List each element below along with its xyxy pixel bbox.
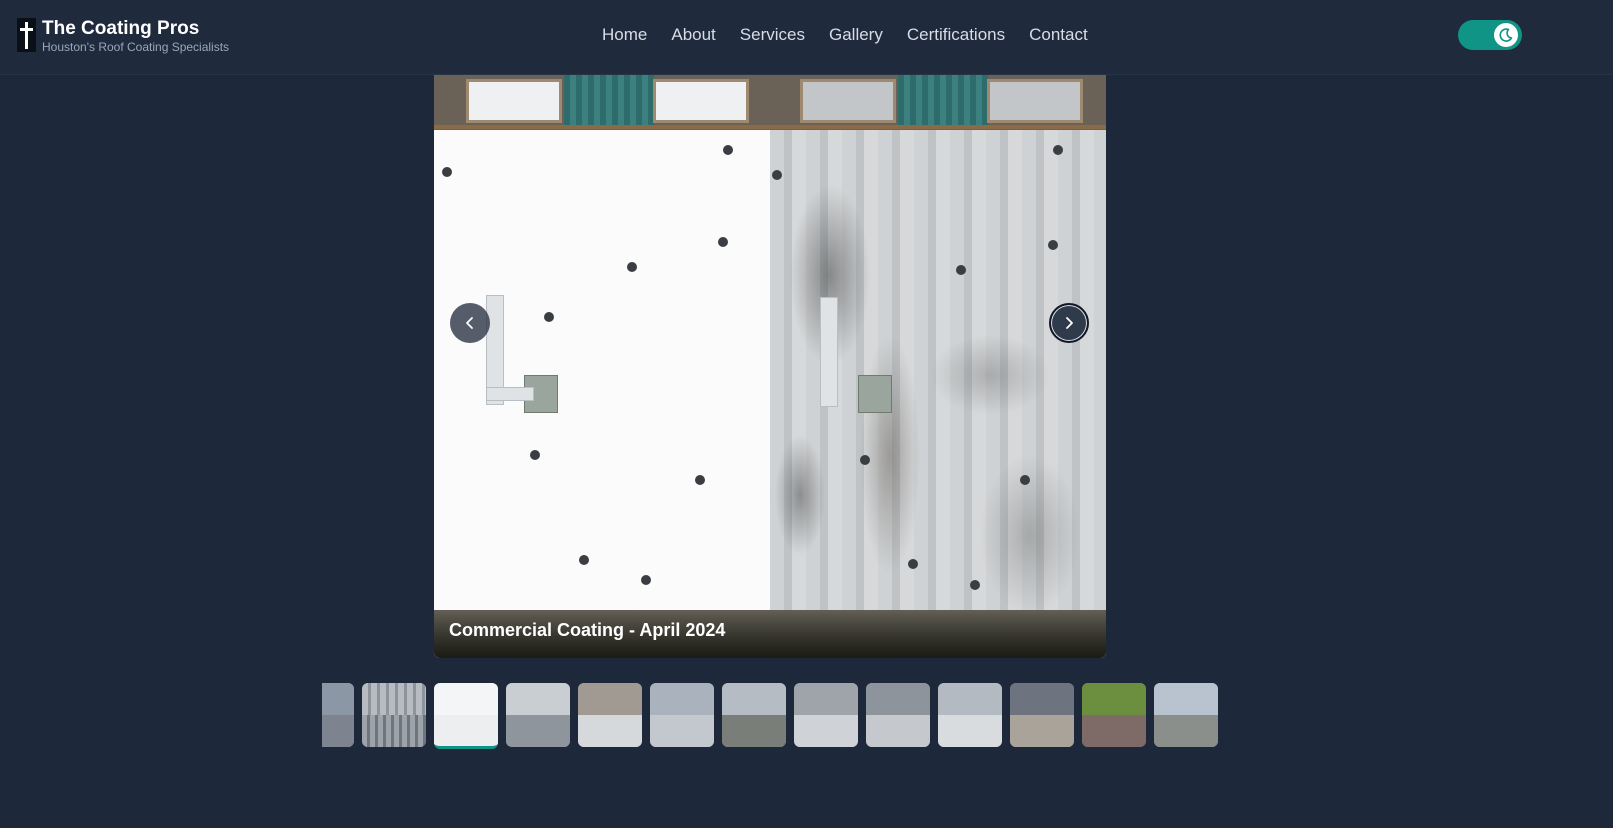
thumbnail[interactable] [722, 683, 786, 747]
image-caption: Commercial Coating - April 2024 [449, 620, 726, 640]
image-caption-bar: Commercial Coating - April 2024 [434, 610, 1106, 658]
skylight [987, 79, 1083, 123]
ductwork [486, 387, 534, 401]
gallery-main-image: Commercial Coating - April 2024 [434, 75, 1106, 658]
skylight [800, 79, 896, 123]
thumbnail[interactable] [578, 683, 642, 747]
nav-gallery[interactable]: Gallery [829, 24, 883, 46]
theme-toggle[interactable] [1458, 20, 1522, 50]
before-image [770, 75, 1106, 658]
thumbnail[interactable] [650, 683, 714, 747]
cross-icon [17, 18, 36, 52]
next-image-button[interactable] [1049, 303, 1089, 343]
water-tank [564, 75, 654, 125]
skylight [653, 79, 749, 123]
hvac-unit [858, 375, 892, 413]
thumbnail[interactable] [506, 683, 570, 747]
roof-edge [434, 125, 1106, 129]
site-header: The Coating Pros Houston's Roof Coating … [0, 0, 1613, 75]
thumbnail[interactable] [1154, 683, 1218, 747]
nav-home[interactable]: Home [602, 24, 647, 46]
nav-contact[interactable]: Contact [1029, 24, 1088, 46]
thumbnail-active[interactable] [434, 683, 498, 749]
thumbnail[interactable] [866, 683, 930, 747]
main-nav: Home About Services Gallery Certificatio… [602, 24, 1088, 46]
prev-image-button[interactable] [450, 303, 490, 343]
nav-services[interactable]: Services [740, 24, 805, 46]
thumbnail[interactable] [794, 683, 858, 747]
skylight [466, 79, 562, 123]
after-image [434, 75, 770, 658]
nav-about[interactable]: About [671, 24, 715, 46]
thumbnail[interactable] [1082, 683, 1146, 747]
brand[interactable]: The Coating Pros Houston's Roof Coating … [17, 18, 229, 54]
thumbnail[interactable] [1010, 683, 1074, 747]
thumbnail[interactable] [362, 683, 426, 747]
nav-certifications[interactable]: Certifications [907, 24, 1005, 46]
chevron-right-icon [1066, 317, 1073, 329]
chevron-left-icon [466, 317, 473, 329]
thumbnail[interactable] [938, 683, 1002, 747]
thumbnail-strip [322, 683, 1218, 749]
ductwork [820, 297, 838, 407]
water-tank [898, 75, 988, 125]
brand-title: The Coating Pros [42, 18, 200, 39]
thumbnail[interactable] [322, 683, 354, 747]
moon-icon [1494, 23, 1518, 47]
brand-subtitle: Houston's Roof Coating Specialists [42, 40, 230, 54]
